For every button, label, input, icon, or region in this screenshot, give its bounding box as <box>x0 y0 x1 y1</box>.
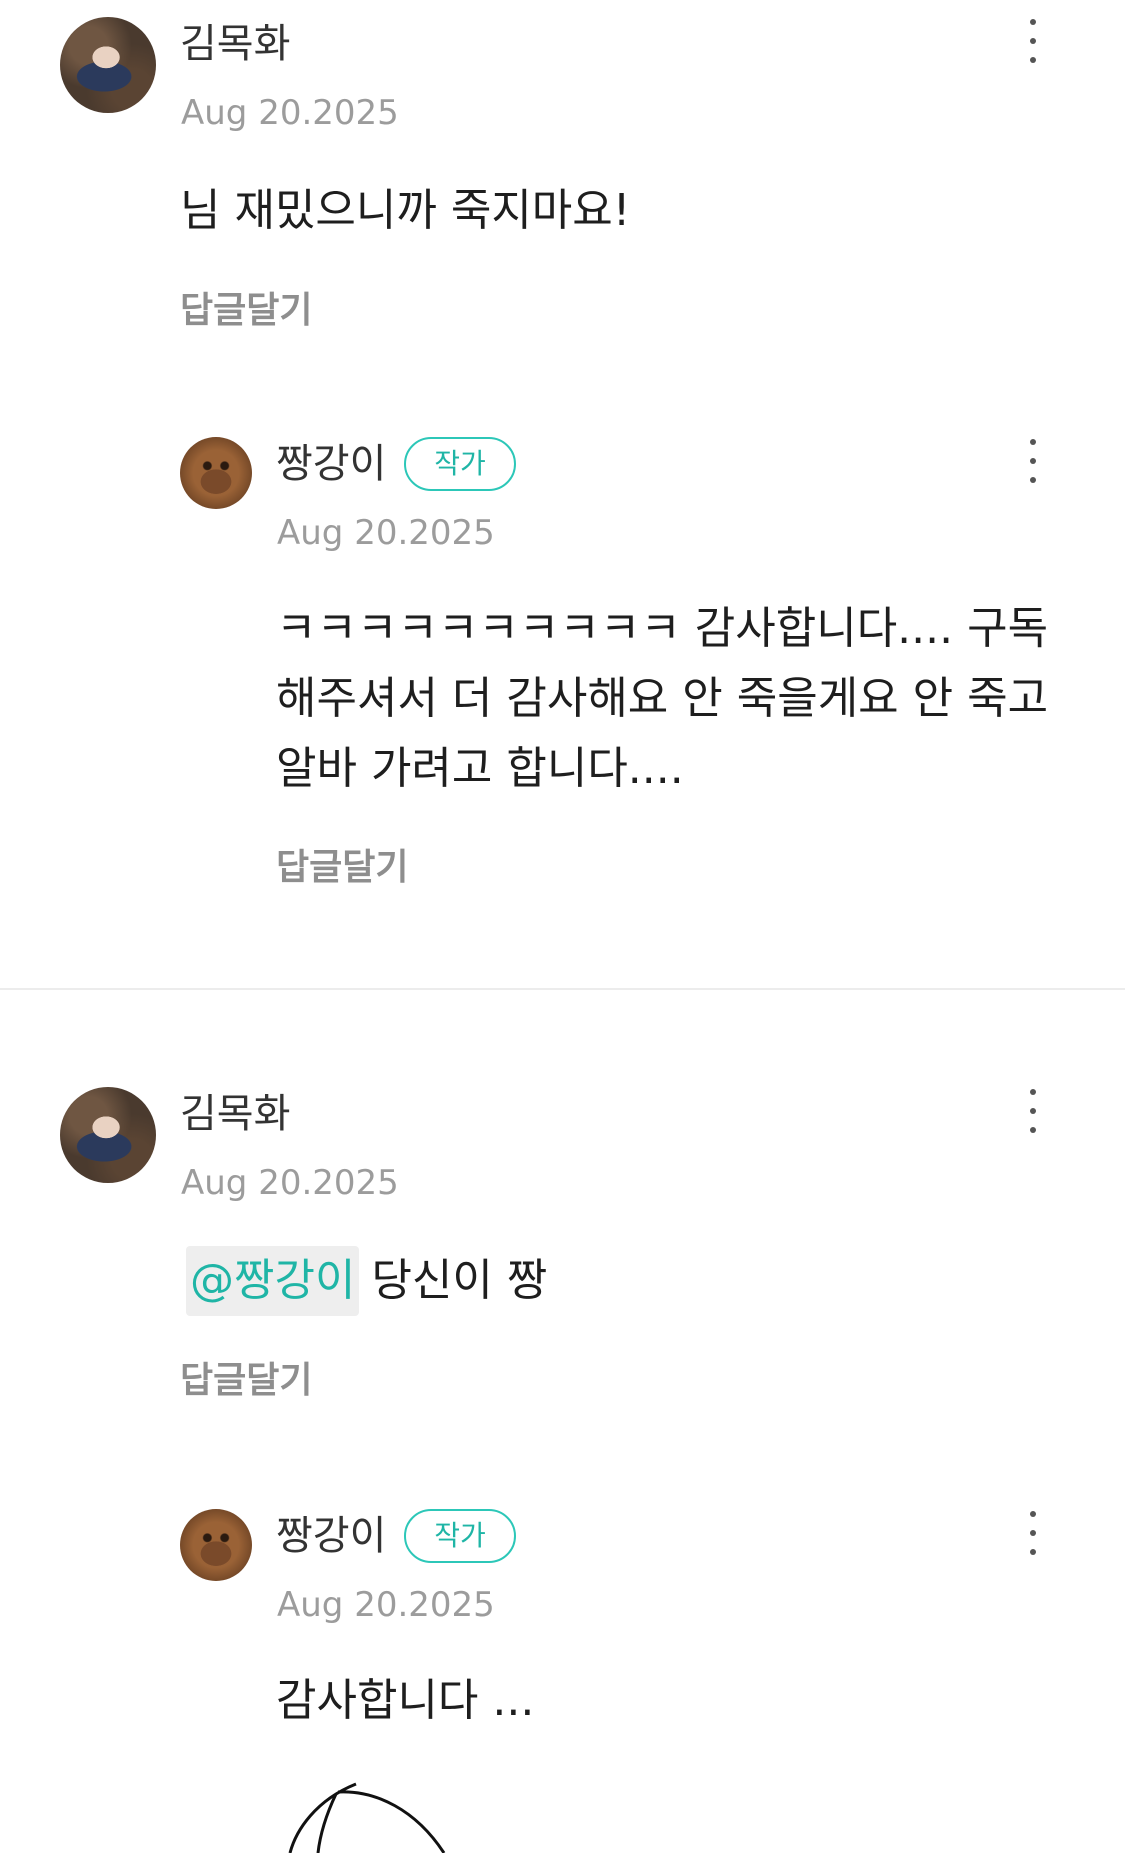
more-dot <box>1030 1127 1036 1133</box>
avatar[interactable] <box>180 1509 252 1581</box>
divider <box>0 988 1125 990</box>
more-options-button[interactable] <box>1013 434 1053 494</box>
reply-text: ㅋㅋㅋㅋㅋㅋㅋㅋㅋㅋ 감사합니다.... 구독해주셔서 더 감사해요 안 죽을게… <box>276 603 1049 794</box>
reply-text: 감사합니다 ... <box>276 1675 535 1726</box>
reply-button[interactable]: 답글달기 <box>180 289 312 333</box>
avatar[interactable] <box>60 17 156 113</box>
more-dot <box>1030 1530 1036 1536</box>
reply-button[interactable]: 답글달기 <box>276 846 408 890</box>
author-badge: 작가 <box>404 437 516 491</box>
more-vertical-icon <box>1030 1511 1036 1517</box>
more-dot <box>1030 38 1036 44</box>
more-options-button[interactable] <box>1013 14 1053 74</box>
more-dot <box>1030 458 1036 464</box>
sketch-image <box>288 1782 446 1853</box>
comment-date: Aug 20.2025 <box>181 93 399 133</box>
reply-date: Aug 20.2025 <box>277 513 495 553</box>
comment-author[interactable]: 김목화 <box>180 1090 290 1138</box>
reply-button[interactable]: 답글달기 <box>180 1359 312 1403</box>
reply-date: Aug 20.2025 <box>277 1585 495 1625</box>
more-dot <box>1030 1549 1036 1555</box>
comment-author[interactable]: 김목화 <box>180 20 290 68</box>
avatar[interactable] <box>180 437 252 509</box>
reply-author[interactable]: 짱강이 <box>276 440 386 488</box>
comment-text: @짱강이 당신이 짱 <box>186 1246 1066 1316</box>
more-dot <box>1030 1108 1036 1114</box>
more-vertical-icon <box>1030 19 1036 25</box>
mention-link[interactable]: @짱강이 <box>186 1246 360 1316</box>
comment-text: 님 재밌으니까 죽지마요! <box>180 185 631 236</box>
more-dot <box>1030 477 1036 483</box>
reply-author[interactable]: 짱강이 <box>276 1512 386 1560</box>
comment-text-body: 당신이 짱 <box>371 1255 548 1306</box>
avatar[interactable] <box>60 1087 156 1183</box>
more-options-button[interactable] <box>1013 1084 1053 1144</box>
more-options-button[interactable] <box>1013 1506 1053 1566</box>
more-vertical-icon <box>1030 1089 1036 1095</box>
more-dot <box>1030 57 1036 63</box>
comment-date: Aug 20.2025 <box>181 1163 399 1203</box>
author-badge: 작가 <box>404 1509 516 1563</box>
more-vertical-icon <box>1030 439 1036 445</box>
